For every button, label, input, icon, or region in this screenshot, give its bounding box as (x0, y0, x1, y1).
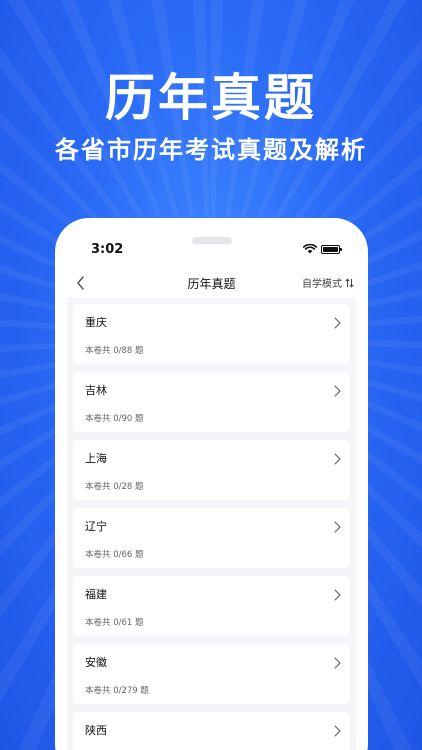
paper-card[interactable]: 福建 本卷共 0/61 题 (73, 576, 350, 636)
wifi-icon (303, 244, 317, 254)
paper-card[interactable]: 吉林 本卷共 0/90 题 (73, 372, 350, 432)
battery-icon (321, 244, 342, 254)
paper-card[interactable]: 安徽 本卷共 0/279 题 (73, 644, 350, 704)
hero-subtitle: 各省市历年考试真题及解析 (55, 136, 367, 164)
nav-bar: 历年真题 自学模式 (55, 270, 368, 296)
back-chevron-icon[interactable] (73, 274, 89, 292)
phone-frame: 3:02 历年真题 自学模式 重庆 本卷共 0/88 题 吉林 本卷共 0/90… (55, 218, 368, 750)
paper-question-count: 本卷共 0/66 题 (85, 550, 144, 560)
sort-arrows-icon (345, 277, 354, 288)
paper-question-count: 本卷共 0/28 题 (85, 482, 144, 492)
paper-question-count: 本卷共 0/90 题 (85, 414, 144, 424)
hero-title: 历年真题 (105, 69, 317, 127)
paper-name: 安徽 (85, 656, 107, 669)
chevron-right-icon (334, 453, 341, 465)
study-mode-label: 自学模式 (302, 279, 342, 290)
chevron-right-icon (334, 589, 341, 601)
battery-level (323, 246, 338, 252)
paper-card[interactable]: 上海 本卷共 0/28 题 (73, 440, 350, 500)
paper-question-count: 本卷共 0/279 题 (85, 686, 149, 696)
chevron-right-icon (334, 317, 341, 329)
paper-name: 辽宁 (85, 520, 107, 533)
status-time: 3:02 (91, 242, 124, 257)
study-mode-toggle[interactable]: 自学模式 (302, 275, 354, 290)
paper-name: 上海 (85, 452, 107, 465)
paper-question-count: 本卷共 0/88 题 (85, 346, 144, 356)
paper-list: 重庆 本卷共 0/88 题 吉林 本卷共 0/90 题 上海 本卷共 0/28 … (67, 298, 356, 750)
paper-name: 吉林 (85, 384, 107, 397)
chevron-right-icon (334, 725, 341, 737)
paper-name: 福建 (85, 588, 107, 601)
status-icons (303, 244, 342, 254)
paper-name: 陕西 (85, 724, 107, 737)
chevron-right-icon (334, 385, 341, 397)
paper-name: 重庆 (85, 316, 107, 329)
paper-card[interactable]: 辽宁 本卷共 0/66 题 (73, 508, 350, 568)
chevron-right-icon (334, 521, 341, 533)
nav-title: 历年真题 (187, 276, 236, 291)
paper-card[interactable]: 重庆 本卷共 0/88 题 (73, 304, 350, 364)
paper-question-count: 本卷共 0/61 题 (85, 618, 144, 628)
paper-card[interactable]: 陕西 (73, 712, 350, 750)
phone-notch (192, 237, 232, 244)
chevron-right-icon (334, 657, 341, 669)
